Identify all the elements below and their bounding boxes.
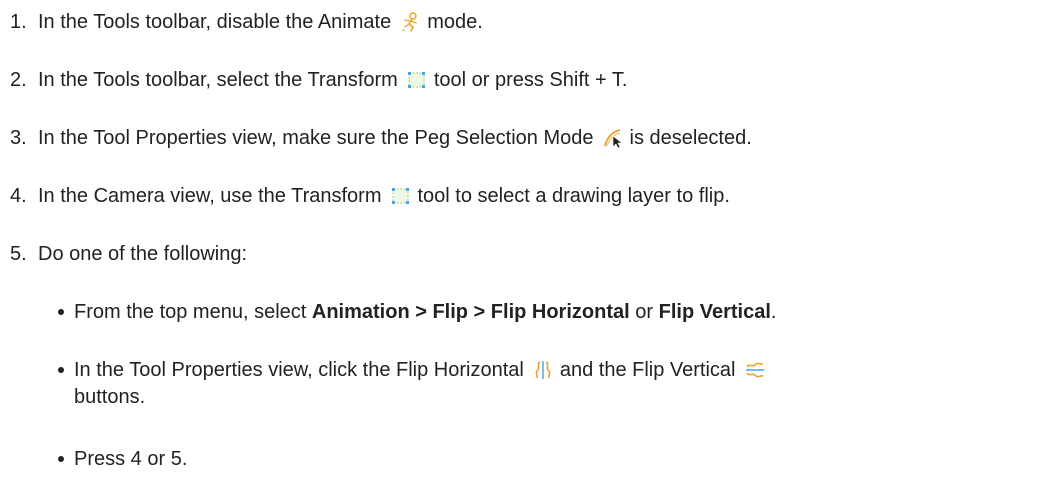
bullet-dot [58, 309, 64, 315]
step-number: 1. [10, 11, 27, 33]
bullet-dot [58, 367, 64, 373]
bullet-text: Press 4 or 5. [74, 448, 188, 470]
step-number: 2. [10, 69, 27, 91]
step-2: 2. In the Tools toolbar, select the Tran… [10, 67, 627, 93]
step-text-after: tool to select a drawing layer to flip. [417, 185, 730, 207]
option-keyboard-bullet: Press 4 or 5. [58, 446, 187, 472]
bullet-dot [58, 456, 64, 462]
menu-item-flip-vertical: Flip Vertical [658, 301, 771, 323]
bullet-text-continued: buttons. [74, 386, 146, 408]
step-text-after: tool or press Shift + T. [433, 69, 628, 91]
animate-mode-icon [399, 11, 421, 33]
step-text: In the Tools toolbar, disable the Animat… [38, 11, 392, 33]
step-5: 5. Do one of the following: [10, 241, 247, 267]
option-tool-properties-bullet: In the Tool Properties view, click the F… [58, 357, 772, 383]
step-4: 4. In the Camera view, use the Transform… [10, 183, 730, 209]
step-text-after: mode. [427, 11, 483, 33]
step-number: 4. [10, 185, 27, 207]
peg-selection-mode-icon [602, 127, 624, 149]
bullet-text: In the Tool Properties view, click the F… [74, 359, 524, 381]
step-text: In the Tool Properties view, make sure t… [38, 127, 594, 149]
step-3: 3. In the Tool Properties view, make sur… [10, 125, 752, 151]
option-menu-bullet: From the top menu, select Animation > Fl… [58, 299, 776, 325]
bullet-text-middle: and the Flip Vertical [559, 359, 736, 381]
menu-path: Animation > Flip > Flip Horizontal [311, 301, 630, 323]
flip-horizontal-icon [532, 359, 554, 381]
flip-vertical-icon [744, 359, 766, 381]
step-1: 1. In the Tools toolbar, disable the Ani… [10, 9, 483, 35]
transform-tool-icon [406, 69, 428, 91]
step-text-after: is deselected. [629, 127, 752, 149]
transform-tool-icon [390, 185, 412, 207]
step-text: Do one of the following: [38, 243, 248, 265]
step-number: 3. [10, 127, 27, 149]
step-text: In the Tools toolbar, select the Transfo… [38, 69, 398, 91]
bullet-text: From the top menu, select Animation > Fl… [74, 301, 777, 323]
step-number: 5. [10, 243, 27, 265]
step-text: In the Camera view, use the Transform [38, 185, 382, 207]
